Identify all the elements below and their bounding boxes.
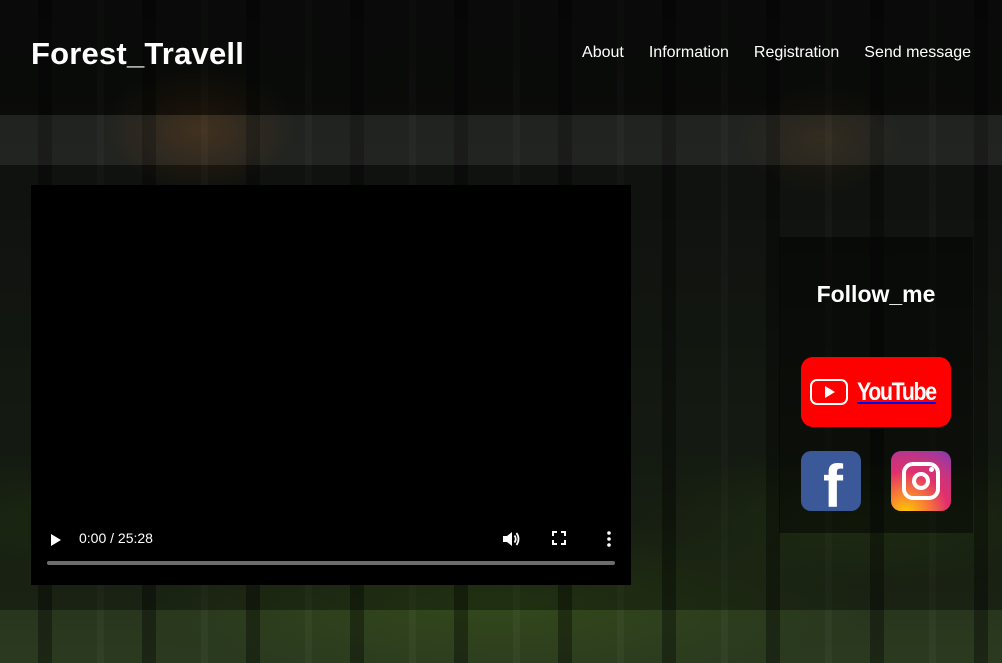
more-options-icon[interactable] bbox=[603, 529, 615, 549]
nav-about[interactable]: About bbox=[582, 44, 624, 62]
follow-title: Follow_me bbox=[816, 281, 936, 307]
nav-registration[interactable]: Registration bbox=[754, 44, 839, 62]
video-time: 0:00 / 25:28 bbox=[79, 530, 153, 546]
facebook-icon[interactable]: f bbox=[801, 451, 861, 511]
site-header: Forest_Travell About Information Registr… bbox=[0, 0, 1002, 115]
follow-panel: Follow_me YouTube f bbox=[779, 237, 973, 533]
instagram-dot bbox=[929, 467, 934, 472]
youtube-logo-text: YouTube bbox=[856, 377, 937, 406]
nav-information[interactable]: Information bbox=[649, 44, 729, 62]
site-logo[interactable]: Forest_Travell bbox=[31, 36, 244, 72]
youtube-link[interactable]: YouTube bbox=[801, 357, 951, 427]
main-nav: About Information Registration Send mess… bbox=[582, 44, 971, 62]
video-player[interactable]: 0:00 / 25:28 bbox=[31, 185, 631, 585]
facebook-glyph: f bbox=[823, 453, 843, 512]
video-controls: 0:00 / 25:28 bbox=[31, 525, 631, 585]
volume-icon[interactable] bbox=[501, 529, 521, 549]
nav-send-message[interactable]: Send message bbox=[864, 44, 971, 62]
play-icon[interactable] bbox=[51, 534, 61, 546]
youtube-play-icon bbox=[809, 379, 848, 405]
instagram-lens bbox=[912, 472, 930, 490]
video-progress-bar[interactable] bbox=[47, 561, 615, 565]
instagram-icon[interactable] bbox=[891, 451, 951, 511]
fullscreen-icon[interactable] bbox=[551, 530, 567, 546]
header-band bbox=[0, 115, 1002, 165]
